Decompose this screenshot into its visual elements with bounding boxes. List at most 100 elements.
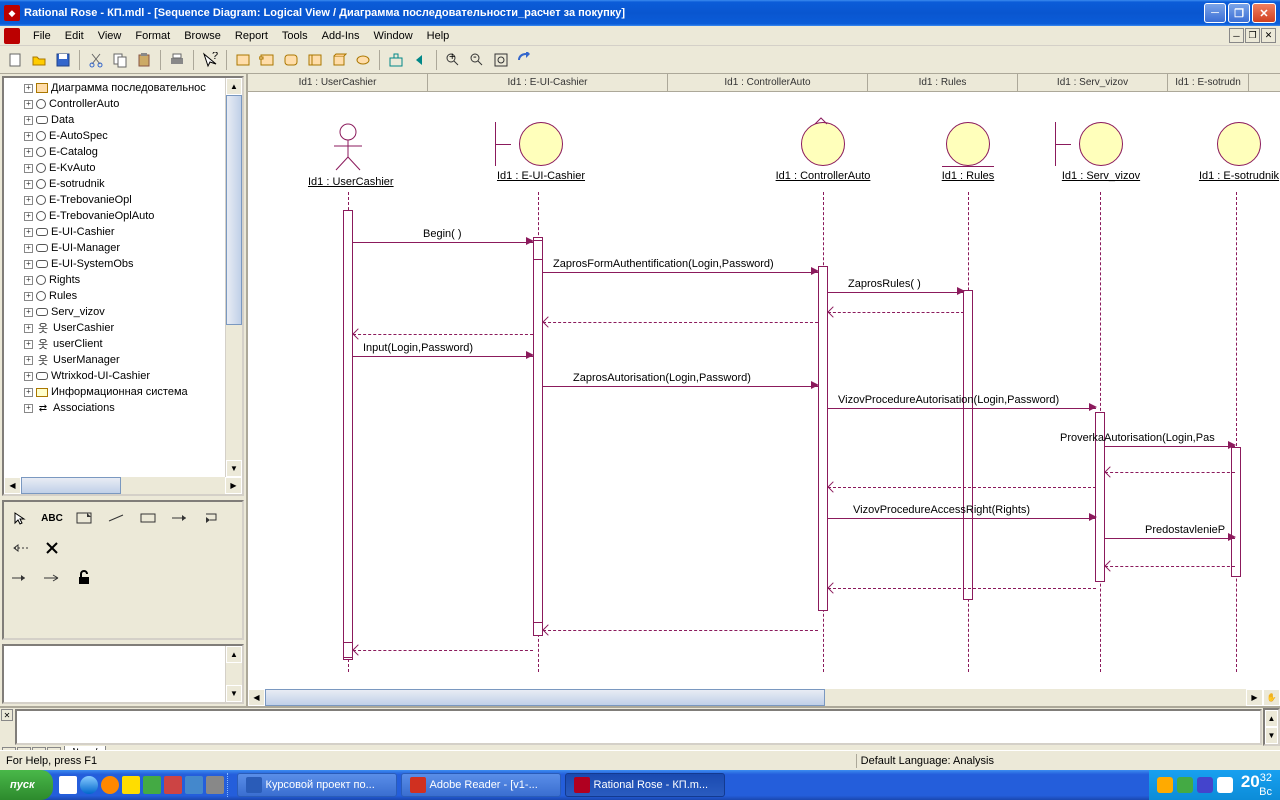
taskbar-task[interactable]: Adobe Reader - [v1-... — [401, 773, 561, 797]
expand-icon[interactable]: + — [24, 244, 33, 253]
expand-icon[interactable]: + — [24, 388, 33, 397]
lifeline-usercashier[interactable]: Id1 : UserCashier — [308, 122, 388, 188]
print-button[interactable] — [166, 49, 188, 71]
message-tool[interactable] — [170, 508, 190, 528]
msg-return[interactable] — [353, 324, 533, 338]
tree-item[interactable]: +Data — [6, 112, 240, 128]
msg-return[interactable] — [1105, 556, 1235, 570]
tree-item[interactable]: +E-UI-Cashier — [6, 224, 240, 240]
activation-bar[interactable] — [343, 210, 353, 660]
zoom-in-button[interactable]: + — [442, 49, 464, 71]
msg-vizov-right[interactable]: VizovProcedureAccessRight(Rights) — [828, 508, 1096, 522]
msg-begin[interactable]: Begin( ) — [353, 232, 533, 246]
tree-item[interactable]: +E-sotrudnik — [6, 176, 240, 192]
ql-icon[interactable] — [143, 776, 161, 794]
lifeline-controller[interactable]: Id1 : ControllerAuto — [773, 122, 873, 182]
expand-icon[interactable]: + — [24, 228, 33, 237]
start-button[interactable]: пуск — [0, 770, 53, 800]
expand-icon[interactable]: + — [24, 100, 33, 109]
tree-item[interactable]: +옷UserCashier — [6, 320, 240, 336]
msg-return[interactable] — [353, 640, 533, 654]
expand-icon[interactable]: + — [24, 324, 33, 333]
help-button[interactable]: ? — [199, 49, 221, 71]
expand-icon[interactable]: + — [24, 260, 33, 269]
browse-component-button[interactable] — [256, 49, 278, 71]
proc-call-tool[interactable] — [10, 568, 30, 588]
activation-bar[interactable] — [963, 290, 973, 600]
ql-icon[interactable] — [206, 776, 224, 794]
tree-item[interactable]: +E-Catalog — [6, 144, 240, 160]
expand-icon[interactable]: + — [24, 276, 33, 285]
lifeline-sotrudnik[interactable]: Id1 : E-sotrudnik — [1194, 122, 1280, 182]
msg-return[interactable] — [1105, 462, 1235, 476]
expand-icon[interactable]: + — [24, 84, 33, 93]
tree-item[interactable]: +E-TrebovanieOpl — [6, 192, 240, 208]
expand-icon[interactable]: + — [24, 292, 33, 301]
browse-state-button[interactable] — [280, 49, 302, 71]
tray-icon[interactable] — [1157, 777, 1173, 793]
browse-usecase-button[interactable] — [352, 49, 374, 71]
ql-icon[interactable] — [164, 776, 182, 794]
note-tool[interactable] — [74, 508, 94, 528]
expand-icon[interactable]: + — [24, 164, 33, 173]
expand-icon[interactable]: + — [24, 180, 33, 189]
menu-help[interactable]: Help — [420, 28, 457, 44]
undo-fit-button[interactable] — [514, 49, 536, 71]
tree-item[interactable]: +Wtrixkod-UI-Cashier — [6, 368, 240, 384]
clock[interactable]: 2032Вс — [1241, 773, 1272, 798]
msg-proverka[interactable]: ProverkaAutorisation(Login,Pas — [1105, 436, 1235, 450]
tree-item[interactable]: +Serv_vizov — [6, 304, 240, 320]
msg-zapros-auto[interactable]: ZaprosAutorisation(Login,Password) — [543, 376, 818, 390]
scroll-left-button[interactable]: ◀ — [4, 477, 21, 494]
pointer-tool[interactable] — [10, 508, 30, 528]
model-tree[interactable]: +Диаграмма последовательнос+ControllerAu… — [2, 76, 244, 496]
minimize-button[interactable]: ─ — [1204, 3, 1226, 23]
msg-vizov-auto[interactable]: VizovProcedureAutorisation(Login,Passwor… — [828, 398, 1096, 412]
tree-item[interactable]: +E-KvAuto — [6, 160, 240, 176]
tree-item[interactable]: +Диаграмма последовательнос — [6, 80, 240, 96]
tree-hscroll[interactable]: ◀ ▶ — [4, 477, 242, 494]
diagram-canvas[interactable]: Id1 : UserCashier Id1 : E-UI-Cashier Id1… — [248, 92, 1280, 689]
tree-vscroll[interactable]: ▲ ▼ — [225, 78, 242, 477]
ql-icon[interactable] — [122, 776, 140, 794]
tree-item[interactable]: +ControllerAuto — [6, 96, 240, 112]
menu-browse[interactable]: Browse — [177, 28, 228, 44]
tray-icon[interactable] — [1217, 777, 1233, 793]
hscroll-thumb[interactable] — [21, 477, 121, 494]
msg-zapros-auth[interactable]: ZaprosFormAuthentification(Login,Passwor… — [543, 262, 818, 276]
menu-file[interactable]: File — [26, 28, 58, 44]
menu-window[interactable]: Window — [367, 28, 420, 44]
mdi-minimize-button[interactable]: ─ — [1229, 28, 1244, 43]
maximize-button[interactable]: ❐ — [1228, 3, 1250, 23]
tray-icon[interactable] — [1197, 777, 1213, 793]
activation-bar[interactable] — [533, 240, 543, 260]
canvas-hscroll[interactable]: ◀ ▶ ✋ — [248, 689, 1280, 706]
fit-window-button[interactable] — [490, 49, 512, 71]
tree-item[interactable]: +E-UI-SystemObs — [6, 256, 240, 272]
close-button[interactable]: ✕ — [1252, 3, 1276, 23]
browse-deploy-button[interactable] — [328, 49, 350, 71]
object-tool[interactable] — [138, 508, 158, 528]
scroll-down-button[interactable]: ▼ — [226, 460, 242, 477]
browse-interaction-button[interactable] — [304, 49, 326, 71]
log-text[interactable] — [15, 709, 1262, 745]
expand-icon[interactable]: + — [24, 212, 33, 221]
log-close-button[interactable]: ✕ — [1, 709, 13, 721]
activation-bar[interactable] — [818, 266, 828, 611]
lifeline-uicashier[interactable]: Id1 : E-UI-Cashier — [496, 122, 586, 182]
expand-icon[interactable]: + — [24, 340, 33, 349]
expand-icon[interactable]: + — [24, 116, 33, 125]
menu-report[interactable]: Report — [228, 28, 275, 44]
ql-icon[interactable] — [59, 776, 77, 794]
pan-button[interactable]: ✋ — [1263, 689, 1280, 706]
scroll-right-button[interactable]: ▶ — [1246, 689, 1263, 706]
taskbar-task[interactable]: Rational Rose - КП.m... — [565, 773, 725, 797]
tree-item[interactable]: +Rights — [6, 272, 240, 288]
zoom-out-button[interactable]: - — [466, 49, 488, 71]
tree-item[interactable]: +E-TrebovanieOplAuto — [6, 208, 240, 224]
async-tool[interactable] — [42, 568, 62, 588]
self-message-tool[interactable] — [202, 508, 222, 528]
menu-add-ins[interactable]: Add-Ins — [315, 28, 367, 44]
documentation-box[interactable]: ▲ ▼ — [2, 644, 244, 704]
msg-return[interactable] — [828, 302, 964, 316]
